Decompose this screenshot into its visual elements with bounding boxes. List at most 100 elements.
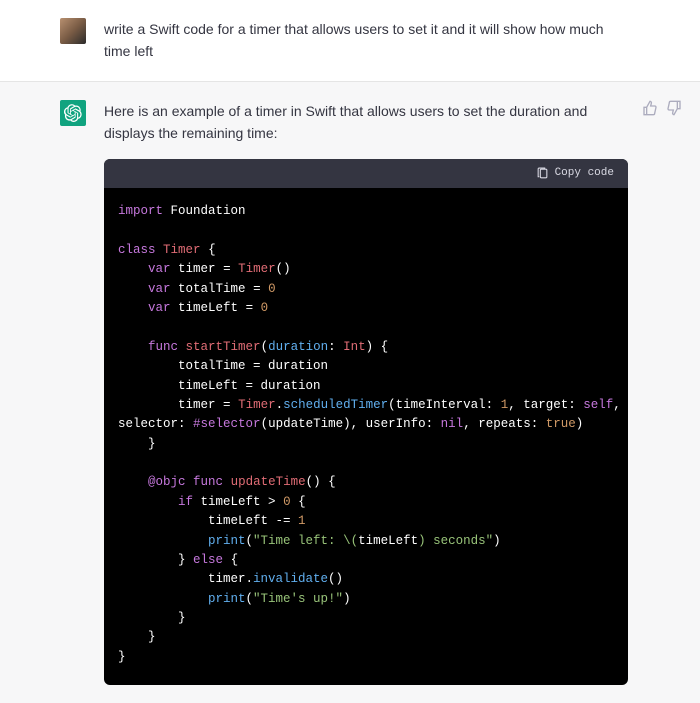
copy-code-label: Copy code: [555, 165, 614, 183]
token-paren: (: [246, 534, 254, 548]
code-block-header: Copy code: [104, 159, 628, 189]
token-colon: :: [486, 398, 494, 412]
token-type: Int: [343, 340, 366, 354]
token-var: timer: [178, 262, 216, 276]
token-paren: ): [343, 417, 351, 431]
assistant-message-row: Here is an example of a timer in Swift t…: [0, 82, 700, 703]
code-body[interactable]: import Foundation class Timer { var time…: [104, 188, 628, 685]
token-string: seconds": [426, 534, 494, 548]
token-cond: timeLeft >: [201, 495, 284, 509]
token-op: =: [253, 282, 261, 296]
token-paren: (: [261, 340, 269, 354]
token-brace: {: [298, 495, 306, 509]
token-keyword: if: [178, 495, 193, 509]
token-brace: {: [231, 553, 239, 567]
token-op: =: [246, 301, 254, 315]
token-attr: @objc: [148, 475, 186, 489]
token-number: 0: [283, 495, 291, 509]
token-stmt: timer.: [208, 572, 253, 586]
token-arglabel: userInfo: [366, 417, 426, 431]
assistant-avatar: [60, 100, 86, 126]
code-block: Copy code import Foundation class Timer …: [104, 159, 628, 686]
token-paren: ): [366, 340, 374, 354]
token-op: =: [223, 262, 231, 276]
token-keyword: class: [118, 243, 156, 257]
token-keyword: import: [118, 204, 163, 218]
token-paren: (): [306, 475, 321, 489]
token-paren: ): [343, 592, 351, 606]
user-avatar: [60, 18, 86, 44]
thumbs-up-icon: [642, 100, 658, 116]
user-message-row: write a Swift code for a timer that allo…: [0, 0, 700, 82]
token-colon: :: [531, 417, 539, 431]
token-selname: updateTime: [268, 417, 343, 431]
token-colon: :: [426, 417, 434, 431]
token-number: 1: [298, 514, 306, 528]
token-call: invalidate: [253, 572, 328, 586]
clipboard-icon: [536, 167, 549, 180]
token-keyword: var: [148, 301, 171, 315]
token-stmt: totalTime = duration: [178, 359, 328, 373]
token-var: totalTime: [178, 282, 246, 296]
token-fnname: updateTime: [231, 475, 306, 489]
token-comma: ,: [613, 398, 628, 412]
token-arglabel: target: [523, 398, 568, 412]
token-paren: ): [576, 417, 584, 431]
token-stmt: timeLeft = duration: [178, 379, 321, 393]
token-comma: ,: [508, 398, 523, 412]
token-brace: {: [208, 243, 216, 257]
token-brace: {: [381, 340, 389, 354]
token-string: "Time's up!": [253, 592, 343, 606]
token-paramlabel: duration: [268, 340, 328, 354]
token-interp-var: timeLeft: [358, 534, 418, 548]
token-comma: ,: [351, 417, 366, 431]
token-classname: Timer: [163, 243, 201, 257]
token-op: =: [223, 398, 231, 412]
token-brace: }: [118, 650, 126, 664]
token-selector: #selector: [193, 417, 261, 431]
token-call: print: [208, 592, 246, 606]
token-keyword: var: [148, 282, 171, 296]
token-stmt: timeLeft -=: [208, 514, 298, 528]
token-brace: }: [178, 553, 186, 567]
token-colon: :: [568, 398, 576, 412]
token-paren: (): [276, 262, 291, 276]
token-keyword: func: [148, 340, 178, 354]
assistant-intro-text: Here is an example of a timer in Swift t…: [104, 100, 628, 145]
token-colon: :: [178, 417, 186, 431]
token-number: 0: [268, 282, 276, 296]
copy-code-button[interactable]: Copy code: [536, 165, 614, 183]
token-string: "Time left:: [253, 534, 343, 548]
feedback-buttons: [642, 100, 682, 119]
thumbs-down-button[interactable]: [666, 100, 682, 119]
token-number: 0: [261, 301, 269, 315]
token-arglabel: selector: [118, 417, 178, 431]
token-nil: nil: [441, 417, 464, 431]
token-dot: .: [276, 398, 284, 412]
token-fnname: startTimer: [186, 340, 261, 354]
token-paren: (): [328, 572, 343, 586]
token-type: Timer: [238, 398, 276, 412]
token-arglabel: timeInterval: [396, 398, 486, 412]
token-interp-open: \(: [343, 534, 358, 548]
token-call: print: [208, 534, 246, 548]
token-paren: ): [493, 534, 501, 548]
token-brace: }: [148, 630, 156, 644]
thumbs-down-icon: [666, 100, 682, 116]
token-brace: }: [148, 437, 156, 451]
assistant-message-body: Here is an example of a timer in Swift t…: [104, 100, 688, 685]
token-paren: (: [388, 398, 396, 412]
token-colon: :: [328, 340, 336, 354]
user-message-text: write a Swift code for a timer that allo…: [104, 18, 688, 63]
openai-logo-icon: [64, 104, 82, 122]
token-paren: (: [261, 417, 269, 431]
thumbs-up-button[interactable]: [642, 100, 658, 119]
token-keyword: var: [148, 262, 171, 276]
token-type: Timer: [238, 262, 276, 276]
token-self: self: [583, 398, 613, 412]
token-brace: }: [178, 611, 186, 625]
token-keyword: else: [193, 553, 223, 567]
token-keyword: func: [193, 475, 223, 489]
token-var: timeLeft: [178, 301, 238, 315]
token-comma: ,: [463, 417, 478, 431]
